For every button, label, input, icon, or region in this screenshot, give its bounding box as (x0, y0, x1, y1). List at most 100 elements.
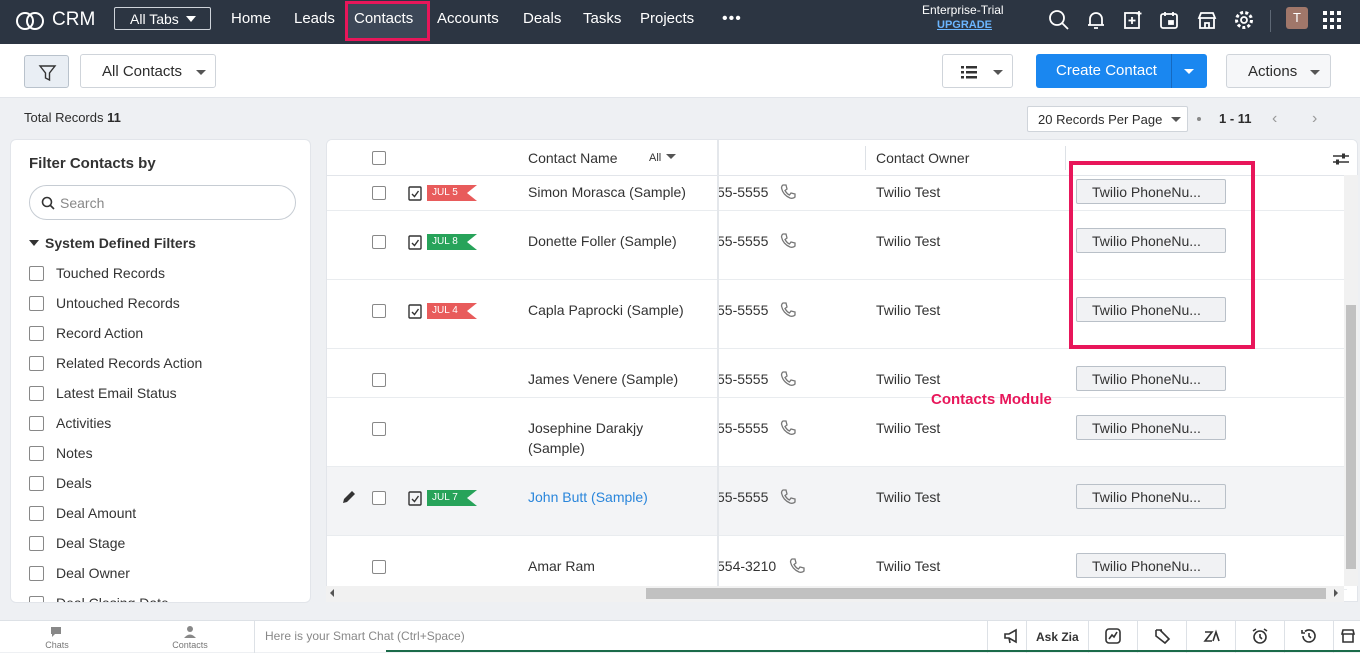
nav-tab-accounts[interactable]: Accounts (437, 10, 499, 27)
contact-phone[interactable]: 55-5555 (717, 233, 768, 249)
gear-icon[interactable] (1233, 9, 1255, 31)
scroll-right-icon[interactable] (1334, 589, 1338, 597)
row-checkbox[interactable] (372, 304, 386, 318)
smart-chat-input[interactable]: Here is your Smart Chat (Ctrl+Space) (254, 621, 987, 653)
filter-checkbox[interactable] (29, 506, 44, 521)
nav-tab-leads[interactable]: Leads (294, 10, 335, 27)
nav-tab-contacts[interactable]: Contacts (354, 10, 413, 27)
row-checkbox[interactable] (372, 560, 386, 574)
filter-checkbox[interactable] (29, 536, 44, 551)
filter-checkbox[interactable] (29, 476, 44, 491)
column-header-contact-owner[interactable]: Contact Owner (876, 150, 969, 166)
contact-name[interactable]: Simon Morasca (Sample) (528, 182, 708, 202)
feeds-button[interactable] (1137, 621, 1186, 653)
chats-label[interactable]: Chats (32, 640, 82, 650)
filter-checkbox[interactable] (29, 356, 44, 371)
filter-item[interactable]: Activities (29, 415, 111, 431)
phone-icon[interactable] (779, 370, 797, 388)
column-header-contact-name[interactable]: Contact Name (528, 150, 617, 166)
nav-tab-deals[interactable]: Deals (523, 10, 561, 27)
search-icon[interactable] (1048, 9, 1070, 31)
all-tabs-dropdown[interactable]: All Tabs (114, 7, 211, 30)
phone-icon[interactable] (779, 301, 797, 319)
filter-item[interactable]: Touched Records (29, 265, 165, 281)
phone-icon[interactable] (779, 183, 797, 201)
horizontal-scrollbar[interactable] (326, 586, 1344, 602)
add-icon[interactable] (1122, 9, 1144, 31)
edit-pencil-icon[interactable] (341, 489, 357, 505)
actions-dropdown[interactable]: Actions (1226, 54, 1331, 88)
filter-toggle-button[interactable] (24, 55, 69, 88)
twilio-phone-button[interactable]: Twilio PhoneNu... (1076, 366, 1226, 391)
select-all-checkbox[interactable] (372, 151, 386, 165)
table-row[interactable]: JUL 7 John Butt (Sample) 55-5555 Twilio … (327, 467, 1347, 536)
list-view-toggle[interactable] (942, 54, 1013, 88)
filter-checkbox[interactable] (29, 386, 44, 401)
filter-item[interactable]: Deal Closing Date (29, 595, 169, 602)
row-checkbox[interactable] (372, 235, 386, 249)
row-checkbox[interactable] (372, 186, 386, 200)
reminders-button[interactable] (1235, 621, 1284, 653)
vertical-scrollbar[interactable] (1344, 175, 1358, 586)
phone-icon[interactable] (779, 419, 797, 437)
table-row[interactable]: James Venere (Sample) 55-5555 Twilio Tes… (327, 349, 1347, 398)
bell-icon[interactable] (1085, 9, 1107, 31)
calendar-icon[interactable] (1158, 9, 1180, 31)
filter-checkbox[interactable] (29, 266, 44, 281)
contact-phone[interactable]: 55-5555 (717, 302, 768, 318)
filter-item[interactable]: Deal Owner (29, 565, 130, 581)
crm-logo-icon[interactable] (14, 8, 46, 34)
zia-insights-button[interactable] (1088, 621, 1137, 653)
filter-item[interactable]: Related Records Action (29, 355, 202, 371)
filter-checkbox[interactable] (29, 296, 44, 311)
more-tabs-button[interactable]: ••• (722, 10, 742, 28)
scroll-left-icon[interactable] (330, 589, 334, 597)
create-contact-button[interactable]: Create Contact (1036, 54, 1207, 88)
contacts-label[interactable]: Contacts (165, 640, 215, 650)
recent-items-button[interactable] (1284, 621, 1333, 653)
contact-phone[interactable]: 554-3210 (717, 558, 776, 574)
filter-item[interactable]: Deal Amount (29, 505, 136, 521)
marketplace-icon[interactable] (1196, 9, 1218, 31)
twilio-phone-button[interactable]: Twilio PhoneNu... (1076, 553, 1226, 578)
table-row[interactable]: Amar Ram 554-3210 Twilio Test Twilio Pho… (327, 536, 1347, 590)
contacts-icon[interactable] (182, 625, 198, 639)
row-checkbox[interactable] (372, 491, 386, 505)
chevron-down-icon[interactable] (1184, 69, 1194, 74)
nav-tab-projects[interactable]: Projects (640, 10, 694, 27)
system-filters-header[interactable]: System Defined Filters (29, 235, 196, 251)
ask-zia-label[interactable]: Ask Zia (1036, 630, 1079, 644)
column-filter-dropdown[interactable]: All (649, 152, 677, 164)
phone-icon[interactable] (788, 557, 806, 575)
phone-icon[interactable] (779, 488, 797, 506)
filter-item[interactable]: Deal Stage (29, 535, 125, 551)
previous-page-icon[interactable]: ‹ (1272, 110, 1277, 128)
filter-checkbox[interactable] (29, 596, 44, 602)
filter-item[interactable]: Untouched Records (29, 295, 180, 311)
contact-phone[interactable]: 55-5555 (717, 489, 768, 505)
records-per-page-select[interactable]: 20 Records Per Page (1027, 106, 1188, 132)
contact-name[interactable]: Capla Paprocki (Sample) (528, 300, 708, 320)
twilio-phone-button[interactable]: Twilio PhoneNu... (1076, 415, 1226, 440)
twilio-phone-button[interactable]: Twilio PhoneNu... (1076, 484, 1226, 509)
chat-icon[interactable] (49, 625, 65, 639)
row-checkbox[interactable] (372, 373, 386, 387)
upgrade-link[interactable]: UPGRADE (937, 19, 992, 31)
row-checkbox[interactable] (372, 422, 386, 436)
task-icon[interactable] (408, 303, 422, 319)
contact-phone[interactable]: 55-5555 (717, 371, 768, 387)
nav-tab-home[interactable]: Home (231, 10, 271, 27)
filter-checkbox[interactable] (29, 326, 44, 341)
filter-item[interactable]: Deals (29, 475, 92, 491)
contact-name[interactable]: Josephine Darakjy (Sample) (528, 418, 688, 458)
task-icon[interactable] (408, 185, 422, 201)
signals-button[interactable] (1186, 621, 1235, 653)
table-row[interactable]: Josephine Darakjy (Sample) 55-5555 Twili… (327, 398, 1347, 467)
more-bottom-button[interactable] (1333, 621, 1360, 653)
filter-checkbox[interactable] (29, 566, 44, 581)
nav-tab-tasks[interactable]: Tasks (583, 10, 621, 27)
phone-icon[interactable] (779, 232, 797, 250)
contact-name[interactable]: Amar Ram (528, 556, 708, 576)
filter-item[interactable]: Latest Email Status (29, 385, 177, 401)
task-icon[interactable] (408, 234, 422, 250)
